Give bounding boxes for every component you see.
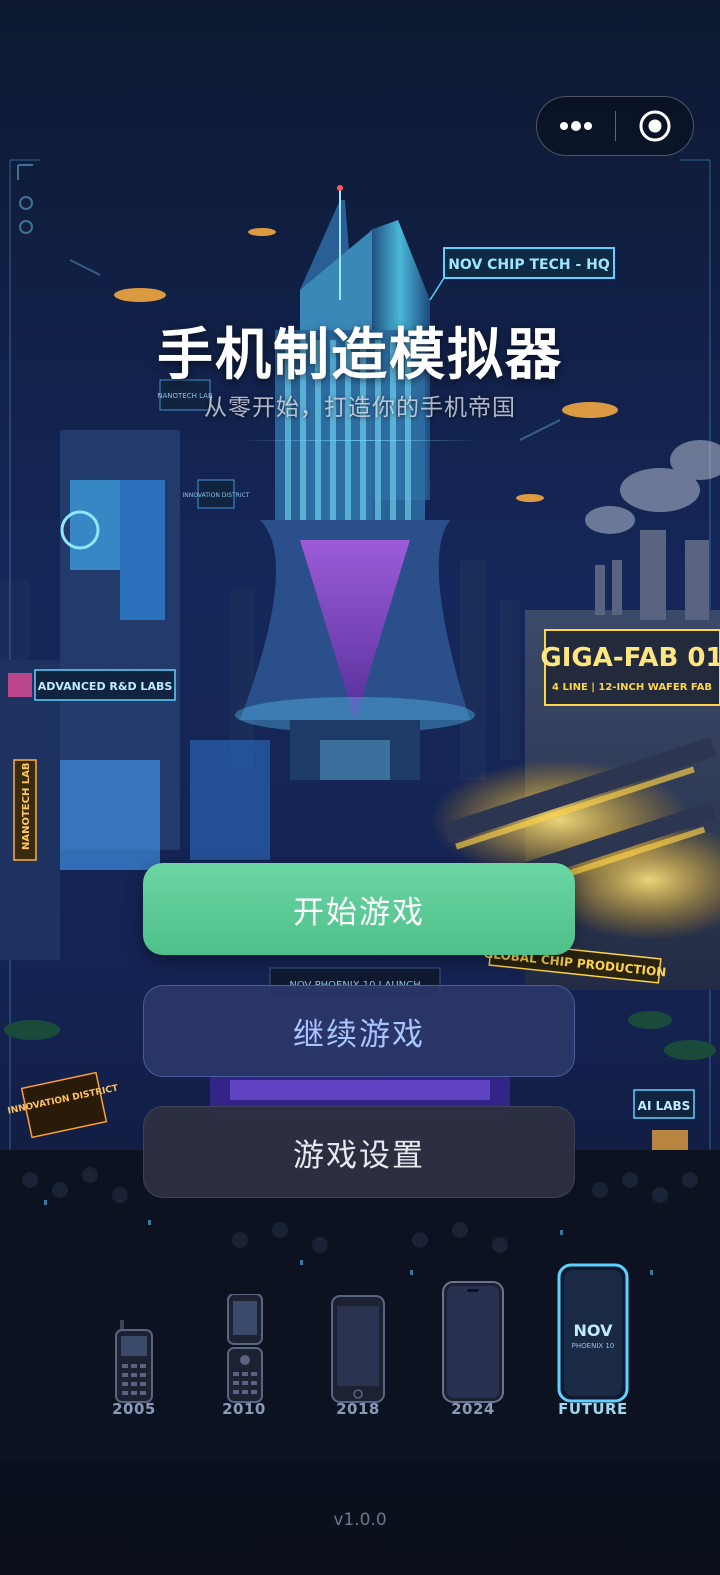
start-game-button[interactable]: 开始游戏 [143,863,575,955]
continue-game-button[interactable]: 继续游戏 [143,985,575,1077]
future-phone-brand: NOV [574,1321,614,1340]
phone-timeline: NOV PHOENIX 10 2005 2010 2018 2024 FUTUR… [0,1250,720,1430]
game-subtitle: 从零开始，打造你的手机帝国 [204,395,516,421]
capsule-divider [615,111,616,141]
more-button[interactable] [537,97,615,155]
future-phone-icon: NOV PHOENIX 10 [557,1263,629,1403]
target-close-icon [639,110,671,142]
year-label: FUTURE [558,1400,628,1418]
year-label: 2024 [451,1400,495,1418]
smartphone-icon [331,1295,385,1403]
feature-phone-icon [115,1320,153,1403]
game-settings-button[interactable]: 游戏设置 [143,1106,575,1198]
game-title: 手机制造模拟器 [157,323,563,388]
year-label: 2010 [222,1400,266,1418]
mini-program-capsule [536,96,694,156]
title-divider [240,440,480,441]
city-illustration: NOV CHIP TECH - HQ ADVANCED R&D LABS NAN… [0,0,720,1460]
advanced-labs-sign: ADVANCED R&D LABS [38,680,173,693]
flip-phone-icon [227,1294,263,1403]
year-label: 2005 [112,1400,156,1418]
innovation-small-sign: INNOVATION DISTRICT [183,492,250,499]
giga-fab-sign: GIGA-FAB 01 [540,643,720,673]
ai-labs-sign: AI LABS [638,1099,691,1113]
nanotech-side-sign: NANOTECH LAB [21,762,32,850]
giga-fab-sub-sign: 4 LINE | 12-INCH WAFER FAB [552,682,712,693]
more-dots-icon [560,121,592,131]
hq-sign-text: NOV CHIP TECH - HQ [448,257,610,273]
close-button[interactable] [617,97,693,155]
modern-phone-icon [442,1281,504,1403]
year-label: 2018 [336,1400,380,1418]
version-label: v1.0.0 [333,1510,387,1530]
future-phone-model: PHOENIX 10 [572,1342,615,1350]
main-menu-screen: NOV CHIP TECH - HQ ADVANCED R&D LABS NAN… [0,0,720,1575]
